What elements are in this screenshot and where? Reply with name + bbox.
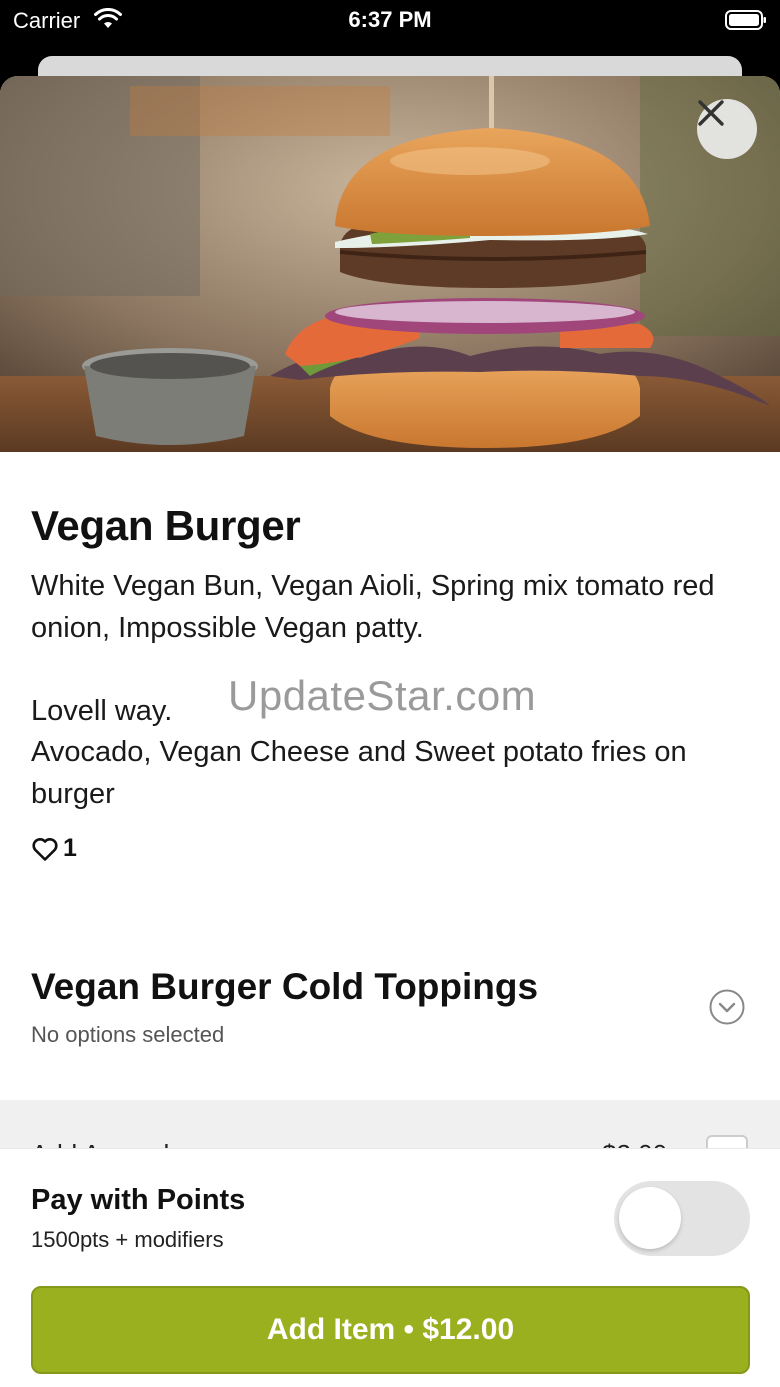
status-time: 6:37 PM	[348, 7, 432, 32]
close-button[interactable]	[697, 99, 757, 159]
like-count: 1	[63, 834, 77, 862]
close-icon	[698, 100, 724, 126]
watermark: UpdateStar.com	[228, 672, 537, 719]
item-photo	[0, 76, 780, 452]
status-bar: Carrier 6:37 PM	[0, 0, 780, 40]
pay-with-points-toggle[interactable]	[614, 1181, 750, 1256]
checkout-footer: Pay with Points 1500pts + modifiers Add …	[0, 1148, 780, 1387]
toggle-knob	[619, 1187, 681, 1249]
pay-with-points-title: Pay with Points	[31, 1184, 246, 1216]
item-title: Vegan Burger	[31, 502, 301, 549]
battery-icon	[725, 10, 766, 30]
pay-with-points-subtitle: 1500pts + modifiers	[31, 1227, 224, 1252]
like-button[interactable]: 1	[31, 834, 77, 863]
burger-illustration	[0, 76, 780, 452]
heart-icon	[32, 837, 58, 861]
modifier-group-subtitle: No options selected	[31, 1022, 225, 1047]
add-item-button[interactable]: Add Item • $12.00	[31, 1286, 750, 1374]
chevron-down-icon[interactable]	[709, 989, 745, 1025]
item-detail-sheet: Vegan Burger White Vegan Bun, Vegan Aiol…	[0, 76, 780, 1387]
modifier-group-title: Vegan Burger Cold Toppings	[31, 966, 539, 1007]
